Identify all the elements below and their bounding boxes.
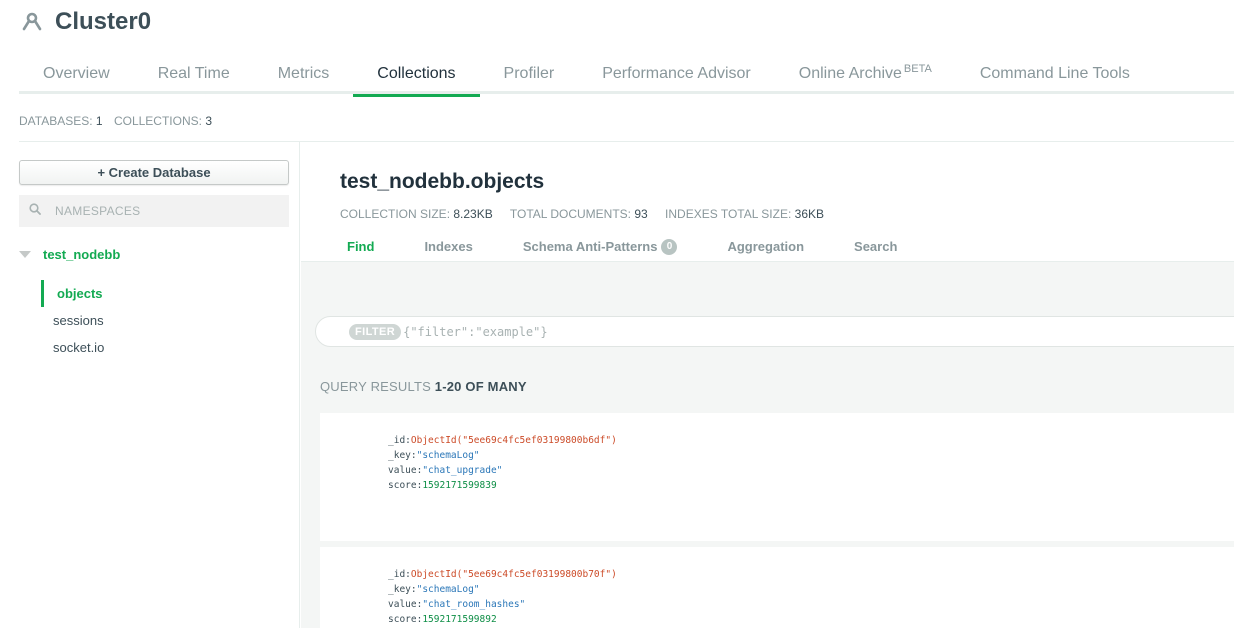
field-key: value: (388, 465, 423, 476)
field-value: "schemaLog" (416, 450, 480, 461)
field-value: "chat_upgrade" (422, 465, 503, 476)
field-value: ObjectId("5ee69c4fc5ef03199800b6df") (410, 435, 617, 446)
tab-command-line-tools[interactable]: Command Line Tools (956, 56, 1154, 94)
create-database-button[interactable]: + Create Database (19, 160, 289, 185)
doc-field-key: _key:"schemaLog" (388, 448, 1234, 463)
indexes-size: 36KB (794, 207, 825, 221)
collection-subtabs: Find Indexes Schema Anti-Patterns 0 Aggre… (322, 234, 922, 260)
field-value: 1592171599892 (422, 614, 497, 625)
collection-panel: test_nodebb.objects COLLECTION SIZE: 8.2… (301, 142, 1234, 628)
search-icon (29, 202, 41, 220)
collection-size: 8.23KB (453, 207, 493, 221)
tab-metrics[interactable]: Metrics (254, 56, 354, 94)
indexes-size-label: INDEXES TOTAL SIZE: (665, 207, 792, 221)
collection-item-objects[interactable]: objects (41, 280, 104, 307)
subtab-indexes[interactable]: Indexes (399, 234, 497, 260)
database-name: test_nodebb (43, 247, 121, 262)
databases-count: 1 (95, 114, 103, 128)
database-item-test-nodebb[interactable]: test_nodebb (19, 247, 120, 262)
filter-input[interactable] (403, 324, 904, 339)
collection-list: objects sessions socket.io (41, 280, 104, 361)
field-value: "chat_room_hashes" (422, 599, 526, 610)
plus-icon: + (97, 165, 109, 180)
doc-field-score: score:1592171599839 (388, 478, 1234, 493)
tab-real-time[interactable]: Real Time (134, 56, 254, 94)
collections-count-label: COLLECTIONS: (113, 114, 202, 128)
tab-performance-advisor[interactable]: Performance Advisor (578, 56, 775, 94)
field-key: _id: (388, 435, 411, 446)
collections-count: 3 (205, 114, 213, 128)
tab-online-archive-label: Online Archive (798, 65, 902, 82)
doc-field-id: _id:ObjectId("5ee69c4fc5ef03199800b6df") (388, 433, 1234, 448)
count-badge: 0 (661, 239, 678, 255)
field-key: _key: (388, 450, 417, 461)
collection-stats: COLLECTION SIZE: 8.23KB TOTAL DOCUMENTS:… (340, 207, 838, 221)
tab-overview[interactable]: Overview (19, 56, 134, 94)
collection-item-socket-io[interactable]: socket.io (41, 334, 104, 361)
namespace-sidebar: + Create Database test_nodebb objects se… (0, 142, 300, 628)
field-key: _id: (388, 569, 411, 580)
query-results-range: 1-20 OF MANY (434, 379, 527, 394)
doc-field-key: _key:"schemaLog" (388, 582, 1234, 597)
filter-pill: FILTER (349, 323, 402, 340)
page-title: Cluster0 (55, 8, 152, 35)
cluster-tabs: Overview Real Time Metrics Collections P… (19, 56, 1234, 97)
total-documents: 93 (634, 207, 648, 221)
collection-size-label: COLLECTION SIZE: (340, 207, 451, 221)
field-key: _key: (388, 584, 417, 595)
namespace-search-input[interactable] (55, 204, 275, 218)
query-results-label: QUERY RESULTS 1-20 OF MANY (320, 379, 527, 394)
page-header: Cluster0 (19, 6, 151, 38)
subtab-schema-anti-patterns[interactable]: Schema Anti-Patterns 0 (498, 234, 703, 260)
field-key: score: (388, 614, 423, 625)
create-database-label: Create Database (108, 165, 211, 180)
total-documents-label: TOTAL DOCUMENTS: (509, 207, 631, 221)
subtab-find[interactable]: Find (322, 234, 399, 260)
doc-field-value: value:"chat_room_hashes" (388, 597, 1234, 612)
doc-field-value: value:"chat_upgrade" (388, 463, 1234, 478)
field-key: value: (388, 599, 423, 610)
caret-down-icon[interactable] (19, 251, 31, 258)
tab-collections[interactable]: Collections (353, 56, 480, 97)
namespace-search (19, 195, 289, 227)
subtab-search[interactable]: Search (829, 234, 922, 260)
field-value: "schemaLog" (416, 584, 480, 595)
collection-title: test_nodebb.objects (340, 170, 545, 193)
filter-bar: FILTER (315, 316, 1234, 347)
beta-badge: BETA (903, 63, 932, 75)
cluster-icon (19, 9, 45, 35)
query-results-title: QUERY RESULTS (320, 379, 431, 394)
collection-item-sessions[interactable]: sessions (41, 307, 104, 334)
field-key: score: (388, 480, 423, 491)
doc-field-score: score:1592171599892 (388, 612, 1234, 627)
subtab-schema-anti-patterns-label: Schema Anti-Patterns (522, 239, 658, 254)
tab-online-archive[interactable]: Online Archive BETA (775, 56, 956, 94)
subtab-aggregation[interactable]: Aggregation (702, 234, 829, 260)
results-area: FILTER QUERY RESULTS 1-20 OF MANY _id:Ob… (301, 261, 1234, 628)
databases-count-label: DATABASES: (19, 114, 93, 128)
doc-field-id: _id:ObjectId("5ee69c4fc5ef03199800b70f") (388, 567, 1234, 582)
field-value: ObjectId("5ee69c4fc5ef03199800b70f") (410, 569, 617, 580)
field-value: 1592171599839 (422, 480, 497, 491)
document-card[interactable]: _id:ObjectId("5ee69c4fc5ef03199800b70f")… (320, 547, 1234, 628)
document-card[interactable]: _id:ObjectId("5ee69c4fc5ef03199800b6df")… (320, 413, 1234, 541)
database-counts: DATABASES: 1 COLLECTIONS: 3 (19, 114, 220, 128)
tab-profiler[interactable]: Profiler (480, 56, 579, 94)
